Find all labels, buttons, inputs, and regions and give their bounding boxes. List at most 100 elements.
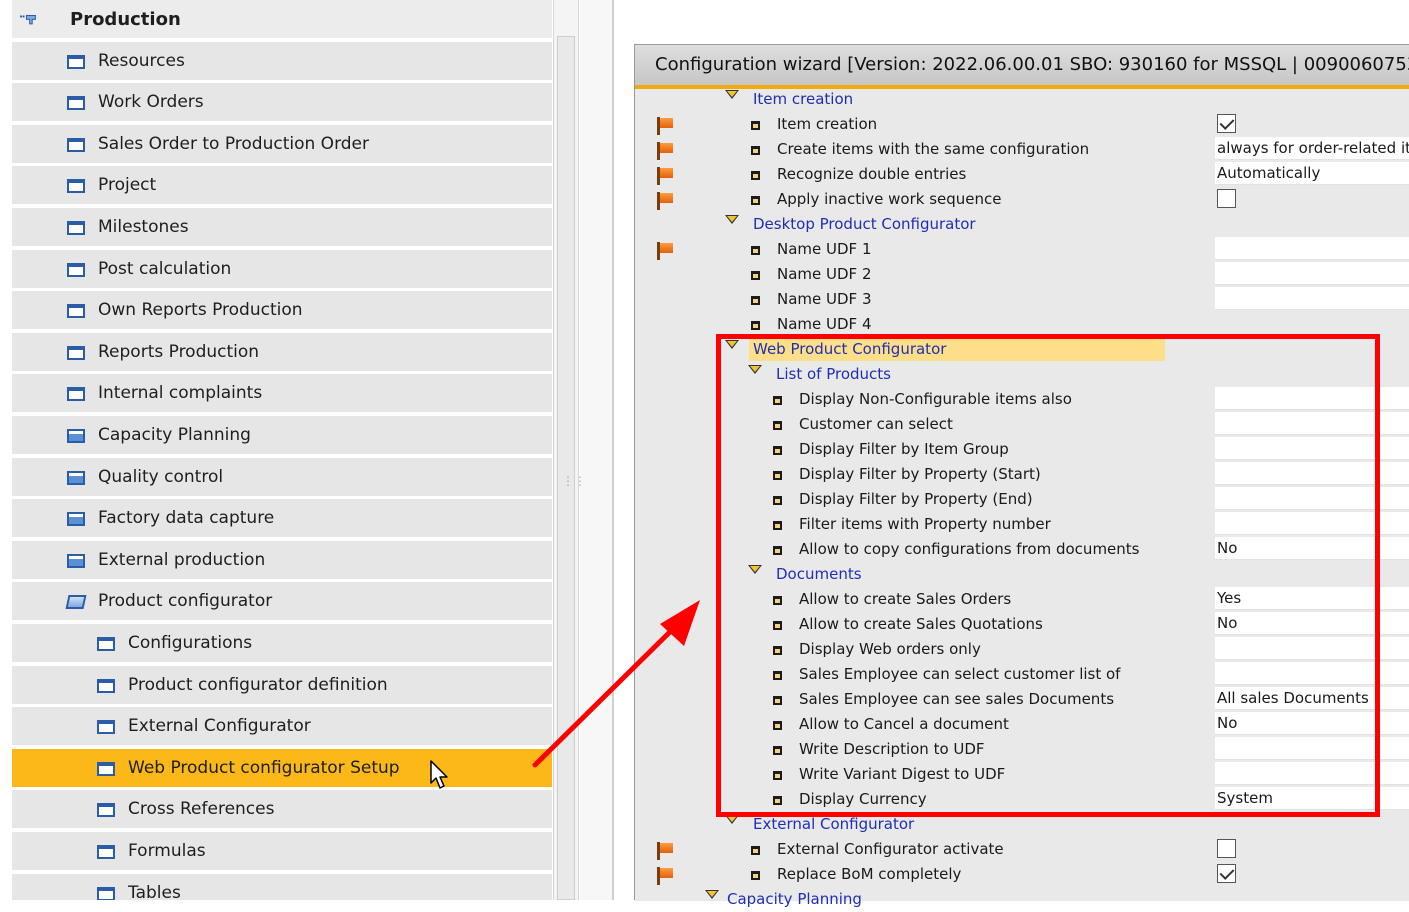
nav-item-own-reports-production[interactable]: Own Reports Production: [12, 291, 552, 332]
nav-scrollbar[interactable]: [553, 0, 579, 900]
nav-item-web-product-configurator-setup[interactable]: Web Product configurator Setup: [12, 748, 552, 789]
setting-value-field[interactable]: No: [1215, 612, 1409, 635]
setting-sales-employee-can-see-sales-documents[interactable]: Sales Employee can see sales Documents Al…: [635, 687, 1409, 712]
setting-value-field[interactable]: No: [1215, 537, 1409, 560]
window-icon: [67, 387, 85, 402]
expand-toggle-icon[interactable]: [748, 565, 762, 574]
nav-item-resources[interactable]: Resources: [12, 41, 552, 82]
nav-item-internal-complaints[interactable]: Internal complaints: [12, 374, 552, 415]
splitter-grip-icon[interactable]: ⋮⋮: [562, 474, 586, 488]
expand-toggle-icon[interactable]: [725, 340, 739, 349]
setting-value-field[interactable]: [1215, 437, 1409, 460]
setting-value-field[interactable]: [1215, 662, 1409, 685]
nav-item-tables[interactable]: Tables: [12, 873, 552, 900]
nav-item-cross-references[interactable]: Cross References: [12, 790, 552, 831]
expand-toggle-icon[interactable]: [725, 215, 739, 224]
setting-value-field[interactable]: [1215, 262, 1409, 285]
nav-item-formulas[interactable]: Formulas: [12, 832, 552, 872]
setting-replace-bom-completely[interactable]: Replace BoM completely: [635, 862, 1409, 887]
nav-item-sales-order-to-production-order[interactable]: Sales Order to Production Order: [12, 124, 552, 165]
setting-value-field[interactable]: System: [1215, 787, 1409, 810]
setting-display-web-orders-only[interactable]: Display Web orders only: [635, 637, 1409, 662]
window-icon: [67, 345, 85, 360]
nav-item-external-production[interactable]: External production: [12, 540, 552, 581]
setting-name-udf-2[interactable]: Name UDF 2: [635, 262, 1409, 287]
setting-create-items-with-the-same-configuration[interactable]: Create items with the same configuration…: [635, 137, 1409, 162]
setting-label: External Configurator activate: [777, 840, 1004, 858]
setting-value-field[interactable]: [1215, 237, 1409, 260]
setting-apply-inactive-work-sequence[interactable]: Apply inactive work sequence: [635, 187, 1409, 212]
setting-item-creation[interactable]: Item creation: [635, 112, 1409, 137]
setting-name-udf-1[interactable]: Name UDF 1: [635, 237, 1409, 262]
nav-item-configurations[interactable]: Configurations: [12, 624, 552, 664]
setting-label: Sales Employee can select customer list …: [799, 665, 1121, 683]
setting-recognize-double-entries[interactable]: Recognize double entries Automatically: [635, 162, 1409, 187]
setting-label: Name UDF 2: [777, 265, 872, 283]
setting-value-field[interactable]: No: [1215, 712, 1409, 735]
setting-value-field[interactable]: [1215, 737, 1409, 760]
expand-toggle-icon[interactable]: [705, 890, 719, 899]
setting-display-currency[interactable]: Display Currency System: [635, 787, 1409, 812]
setting-value-field[interactable]: [1215, 512, 1409, 535]
nav-scrollbar-thumb[interactable]: [557, 36, 575, 900]
setting-display-filter-by-property-end[interactable]: Display Filter by Property (End): [635, 487, 1409, 512]
setting-value-field[interactable]: [1215, 462, 1409, 485]
setting-value-field[interactable]: always for order-related it: [1215, 137, 1409, 160]
setting-value-field[interactable]: Yes: [1215, 587, 1409, 610]
nav-item-quality-control[interactable]: Quality control: [12, 457, 552, 498]
checkbox-checked[interactable]: [1217, 864, 1236, 883]
setting-filter-items-with-property-number[interactable]: Filter items with Property number: [635, 512, 1409, 537]
setting-display-filter-by-item-group[interactable]: Display Filter by Item Group: [635, 437, 1409, 462]
nav-item-work-orders[interactable]: Work Orders: [12, 83, 552, 124]
setting-value-field[interactable]: [1215, 637, 1409, 660]
setting-display-filter-by-property-start[interactable]: Display Filter by Property (Start): [635, 462, 1409, 487]
setting-name-udf-3[interactable]: Name UDF 3: [635, 287, 1409, 312]
setting-allow-to-create-sales-quotations[interactable]: Allow to create Sales Quotations No: [635, 612, 1409, 637]
nav-item-factory-data-capture[interactable]: Factory data capture: [12, 499, 552, 540]
setting-allow-to-create-sales-orders[interactable]: Allow to create Sales Orders Yes: [635, 587, 1409, 612]
nav-item-reports-production[interactable]: Reports Production: [12, 332, 552, 373]
setting-node-icon: [773, 546, 782, 555]
setting-sales-employee-can-select-customer-list-of[interactable]: Sales Employee can select customer list …: [635, 662, 1409, 687]
nav-item-product-configurator[interactable]: Product configurator: [12, 582, 552, 623]
checkbox-unchecked[interactable]: [1217, 189, 1236, 208]
nav-item-milestones[interactable]: Milestones: [12, 208, 552, 248]
setting-value-field[interactable]: [1215, 287, 1409, 310]
expand-toggle-icon[interactable]: [725, 815, 739, 824]
setting-value-field[interactable]: All sales Documents: [1215, 687, 1409, 710]
nav-item-project[interactable]: Project: [12, 166, 552, 207]
setting-allow-to-cancel-a-document[interactable]: Allow to Cancel a document No: [635, 712, 1409, 737]
expand-toggle-icon[interactable]: [725, 90, 739, 99]
tree-group-documents[interactable]: Documents: [635, 562, 1409, 587]
expand-toggle-icon[interactable]: [748, 365, 762, 374]
setting-allow-to-copy-configurations-from-documents[interactable]: Allow to copy configurations from docume…: [635, 537, 1409, 562]
tree-group-external-configurator[interactable]: External Configurator: [635, 812, 1409, 837]
setting-customer-can-select[interactable]: Customer can select: [635, 412, 1409, 437]
setting-name-udf-4[interactable]: Name UDF 4: [635, 312, 1409, 337]
checkbox-unchecked[interactable]: [1217, 839, 1236, 858]
setting-value-field[interactable]: Automatically: [1215, 162, 1409, 185]
checkbox-checked[interactable]: [1217, 114, 1236, 133]
setting-write-description-to-udf[interactable]: Write Description to UDF: [635, 737, 1409, 762]
setting-node-icon: [751, 121, 760, 130]
tree-group-item-creation[interactable]: Item creation: [635, 87, 1409, 112]
nav-item-product-configurator-definition[interactable]: Product configurator definition: [12, 665, 552, 706]
setting-display-non-configurable-items-also[interactable]: Display Non-Configurable items also: [635, 387, 1409, 412]
setting-node-icon: [751, 271, 760, 280]
pane-splitter[interactable]: [580, 0, 614, 900]
setting-external-configurator-activate[interactable]: External Configurator activate: [635, 837, 1409, 862]
setting-label: Display Filter by Property (Start): [799, 465, 1041, 483]
nav-item-capacity-planning[interactable]: Capacity Planning: [12, 416, 552, 456]
setting-value-field[interactable]: [1215, 487, 1409, 510]
setting-value-field[interactable]: [1215, 387, 1409, 410]
tree-group-desktop-product-configurator[interactable]: Desktop Product Configurator: [635, 212, 1409, 237]
setting-value-field[interactable]: [1215, 412, 1409, 435]
folder-open-icon: [65, 595, 87, 610]
tree-group-list-of-products[interactable]: List of Products: [635, 362, 1409, 387]
setting-write-variant-digest-to-udf[interactable]: Write Variant Digest to UDF: [635, 762, 1409, 787]
setting-value-field[interactable]: [1215, 762, 1409, 785]
nav-item-post-calculation[interactable]: Post calculation: [12, 249, 552, 290]
nav-item-external-configurator[interactable]: External Configurator: [12, 707, 552, 748]
tree-group-web-product-configurator[interactable]: Web Product Configurator: [635, 337, 1409, 362]
nav-header-production[interactable]: Production: [12, 0, 552, 40]
